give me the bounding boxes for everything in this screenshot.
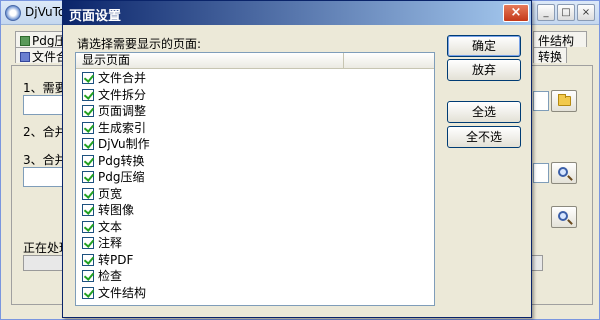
checkbox-checked-icon[interactable] bbox=[82, 138, 94, 150]
select-none-button[interactable]: 全不选 bbox=[447, 126, 521, 148]
list-item[interactable]: Pdg转换 bbox=[76, 153, 434, 170]
tab-file-structure[interactable]: 件结构 bbox=[533, 31, 587, 47]
cancel-button[interactable]: 放弃 bbox=[447, 59, 521, 81]
list-item[interactable]: 检查 bbox=[76, 268, 434, 285]
list-item[interactable]: 文本 bbox=[76, 219, 434, 236]
dialog-prompt: 请选择需要显示的页面: bbox=[77, 37, 202, 51]
checkbox-checked-icon[interactable] bbox=[82, 171, 94, 183]
checkbox-checked-icon[interactable] bbox=[82, 154, 94, 167]
browse-folder-button[interactable] bbox=[551, 90, 577, 112]
list-item[interactable]: Pdg压缩 bbox=[76, 169, 434, 186]
list-item[interactable]: 文件合并 bbox=[76, 70, 434, 87]
merge-label: 2、合并 bbox=[23, 125, 67, 139]
checkbox-checked-icon[interactable] bbox=[82, 121, 94, 134]
checkbox-checked-icon[interactable] bbox=[82, 72, 94, 84]
list-item[interactable]: 生成索引 bbox=[76, 120, 434, 137]
list-column-header[interactable]: 显示页面 bbox=[76, 53, 344, 69]
dialog-titlebar[interactable]: 页面设置 × bbox=[63, 1, 531, 25]
close-icon[interactable]: × bbox=[503, 4, 529, 22]
maximize-icon[interactable]: □ bbox=[557, 4, 575, 21]
checkbox-checked-icon[interactable] bbox=[82, 220, 94, 233]
list-rows: 文件合并 文件拆分 页面调整 生成索引 DjVu制作 Pdg转换 Pdg压缩 页… bbox=[76, 70, 434, 301]
checkbox-checked-icon[interactable] bbox=[82, 204, 94, 216]
search-button-1[interactable] bbox=[551, 162, 577, 184]
main-window-title: DjVuTo bbox=[25, 5, 66, 19]
folder-icon bbox=[558, 94, 571, 106]
tab-file-merge[interactable]: 文件合 bbox=[15, 47, 67, 63]
checkbox-checked-icon[interactable] bbox=[82, 270, 94, 282]
ok-button[interactable]: 确定 bbox=[447, 35, 521, 57]
right-input-2[interactable] bbox=[533, 163, 549, 183]
book-icon bbox=[20, 52, 30, 62]
merge-label-3: 3、合并 bbox=[23, 153, 67, 167]
select-all-button[interactable]: 全选 bbox=[447, 101, 521, 123]
magnifier-icon bbox=[558, 211, 568, 221]
need-label: 1、需要 bbox=[23, 81, 67, 95]
source-input[interactable] bbox=[23, 95, 65, 115]
right-input-1[interactable] bbox=[533, 91, 549, 111]
list-header: 显示页面 bbox=[76, 53, 434, 69]
list-item[interactable]: 文件拆分 bbox=[76, 87, 434, 104]
close-icon[interactable]: × bbox=[577, 4, 595, 21]
tab-convert[interactable]: 转换 bbox=[533, 47, 567, 63]
page-settings-dialog: 页面设置 × 请选择需要显示的页面: 显示页面 文件合并 文件拆分 页面调整 生… bbox=[62, 0, 532, 318]
list-item[interactable]: 注释 bbox=[76, 235, 434, 252]
app-icon bbox=[5, 5, 21, 21]
checkbox-checked-icon[interactable] bbox=[82, 187, 94, 200]
checkbox-checked-icon[interactable] bbox=[82, 88, 94, 101]
tab-icon bbox=[20, 36, 30, 46]
target-input[interactable] bbox=[23, 167, 65, 187]
list-item[interactable]: 转图像 bbox=[76, 202, 434, 219]
page-list[interactable]: 显示页面 文件合并 文件拆分 页面调整 生成索引 DjVu制作 Pdg转换 Pd… bbox=[75, 52, 435, 306]
dialog-title: 页面设置 bbox=[69, 9, 122, 24]
checkbox-checked-icon[interactable] bbox=[82, 237, 94, 249]
checkbox-checked-icon[interactable] bbox=[82, 286, 94, 299]
search-button-2[interactable] bbox=[551, 206, 577, 228]
list-item[interactable]: 转PDF bbox=[76, 252, 434, 269]
list-column-header-empty[interactable] bbox=[344, 53, 434, 69]
list-item[interactable]: DjVu制作 bbox=[76, 136, 434, 153]
list-item[interactable]: 文件结构 bbox=[76, 285, 434, 302]
list-item[interactable]: 页宽 bbox=[76, 186, 434, 203]
checkbox-checked-icon[interactable] bbox=[82, 105, 94, 117]
minimize-icon[interactable]: _ bbox=[537, 4, 555, 21]
checkbox-checked-icon[interactable] bbox=[82, 253, 94, 266]
list-item[interactable]: 页面调整 bbox=[76, 103, 434, 120]
magnifier-icon bbox=[558, 167, 568, 177]
